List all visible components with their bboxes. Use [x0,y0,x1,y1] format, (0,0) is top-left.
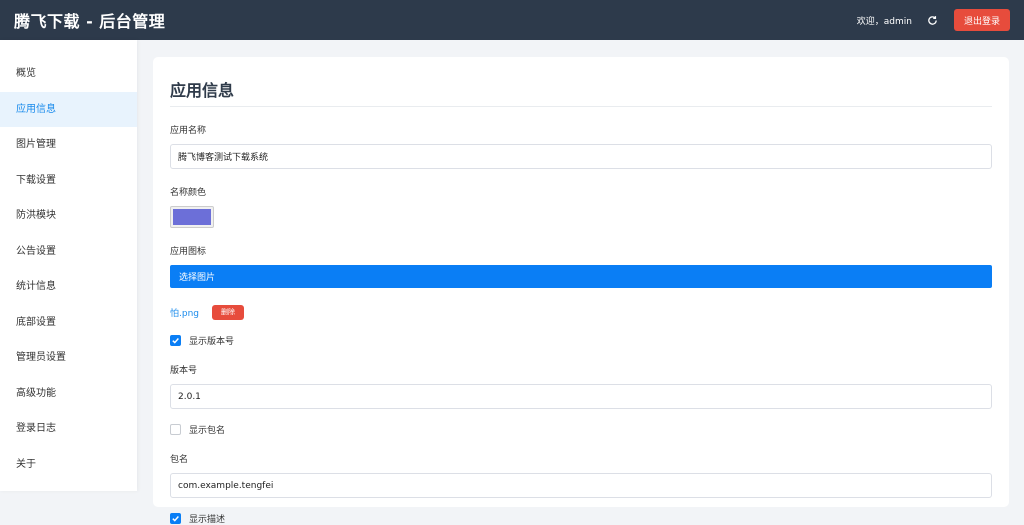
show-package-label: 显示包名 [189,426,226,436]
version-input[interactable]: 2.0.1 [170,384,992,409]
sidebar-item-admin-settings[interactable]: 管理员设置 [0,340,137,376]
show-version-row: 显示版本号 [170,334,992,347]
page-title: 应用信息 [170,57,992,107]
delete-button[interactable]: 删除 [212,305,244,320]
welcome-text: 欢迎，admin [856,16,912,27]
uploaded-file-row: 怕.png 删除 [170,305,992,320]
show-package-row: 显示包名 [170,423,992,436]
app-name-input[interactable]: 腾飞博客测试下载系统 [170,144,992,169]
show-package-checkbox[interactable] [170,424,181,435]
version-label: 版本号 [170,366,198,376]
app-name-label: 应用名称 [170,126,207,136]
file-link[interactable]: 怕.png [170,306,199,319]
name-color-picker[interactable] [170,206,214,228]
choose-image-button[interactable]: 选择图片 [170,265,992,288]
show-description-checkbox[interactable] [170,513,181,524]
name-color-label: 名称颜色 [170,188,207,198]
sidebar-item-image-management[interactable]: 图片管理 [0,127,137,163]
sidebar-item-login-log[interactable]: 登录日志 [0,411,137,447]
package-input[interactable]: com.example.tengfei [170,473,992,498]
sidebar: 概览 应用信息 图片管理 下载设置 防洪模块 公告设置 统计信息 底部设置 管理… [0,40,137,491]
check-icon [172,338,179,344]
sidebar-item-download-settings[interactable]: 下载设置 [0,163,137,199]
header-actions: 欢迎，admin 退出登录 [857,9,1010,31]
sidebar-item-about[interactable]: 关于 [0,447,137,483]
app-info-panel: 应用信息 应用名称 腾飞博客测试下载系统 名称颜色 应用图标 选择图片 怕.pn… [153,57,1009,525]
check-icon [172,516,179,522]
app-title: 腾飞下载 - 后台管理 [14,12,166,31]
package-label: 包名 [170,455,189,465]
sidebar-item-app-info[interactable]: 应用信息 [0,91,137,127]
app-icon-label: 应用图标 [170,247,207,257]
sidebar-item-overview[interactable]: 概览 [0,56,137,92]
refresh-icon[interactable] [926,13,940,27]
logout-button[interactable]: 退出登录 [953,9,1010,31]
sidebar-item-announcement-settings[interactable]: 公告设置 [0,234,137,270]
sidebar-item-flood-module[interactable]: 防洪模块 [0,198,137,234]
show-version-checkbox[interactable] [170,335,181,346]
sidebar-item-advanced[interactable]: 高级功能 [0,376,137,412]
top-bar: 腾飞下载 - 后台管理 欢迎，admin 退出登录 [0,0,1024,40]
show-description-label: 显示描述 [189,515,226,525]
sidebar-item-statistics[interactable]: 统计信息 [0,269,137,305]
show-description-row: 显示描述 [170,512,992,525]
color-swatch [173,209,211,225]
sidebar-item-footer-settings[interactable]: 底部设置 [0,305,137,341]
show-version-label: 显示版本号 [189,337,235,347]
